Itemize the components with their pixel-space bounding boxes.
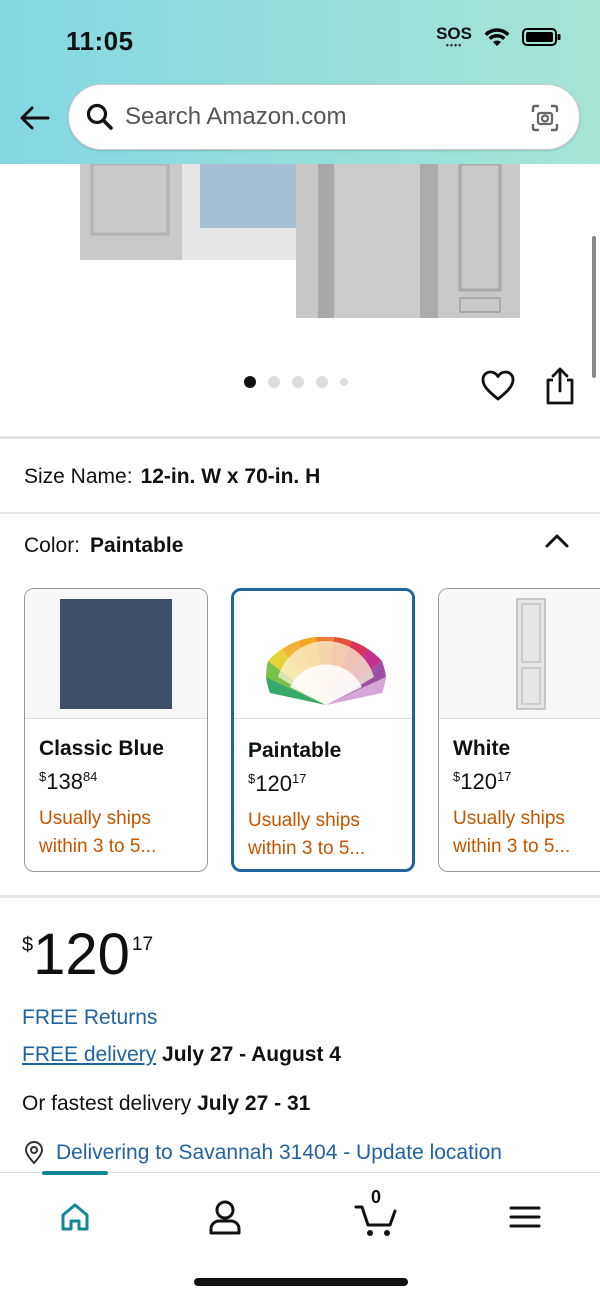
option-shipping: Usually ships within 3 to 5... <box>453 808 571 857</box>
page-scrollbar[interactable] <box>592 236 596 378</box>
fastest-delivery: Or fastest delivery July 27 - 31 <box>22 1092 310 1116</box>
color-value: Paintable <box>90 534 184 557</box>
delivery-dates: July 27 - August 4 <box>162 1043 341 1066</box>
back-arrow-icon[interactable] <box>16 100 52 136</box>
divider <box>0 895 600 898</box>
color-label: Color: <box>24 534 81 557</box>
cart-count: 0 <box>370 1187 381 1207</box>
header-bar: 11:05 SOS •••• <box>0 0 600 164</box>
cart-tab[interactable]: 0 <box>352 1187 400 1241</box>
option-price-fraction: 84 <box>82 769 98 784</box>
divider <box>0 512 600 514</box>
option-name: Classic Blue <box>39 737 164 760</box>
price-fraction: 17 <box>131 934 154 955</box>
menu-icon[interactable] <box>501 1193 549 1241</box>
search-icon <box>86 103 113 130</box>
account-icon[interactable] <box>201 1193 249 1241</box>
white-shutter-image <box>516 598 546 710</box>
gallery-dot[interactable] <box>340 378 348 386</box>
heart-icon[interactable] <box>480 368 516 404</box>
option-price: $12017 <box>248 771 306 797</box>
swatch-image <box>234 591 412 719</box>
option-shipping: Usually ships within 3 to 5... <box>39 808 157 857</box>
location-text: Delivering to Savannah 31404 - Update lo… <box>56 1141 502 1164</box>
share-icon[interactable] <box>542 366 578 406</box>
location-pin-icon <box>24 1141 44 1165</box>
classic-blue-swatch <box>60 599 172 709</box>
gallery-dot[interactable] <box>268 376 280 388</box>
home-indicator <box>194 1278 408 1286</box>
search-input[interactable] <box>125 103 505 131</box>
sos-indicator: SOS •••• <box>436 25 472 50</box>
option-shipping: Usually ships within 3 to 5... <box>248 810 366 859</box>
camera-search-icon[interactable] <box>529 102 561 134</box>
fastest-label: Or fastest delivery <box>22 1092 192 1115</box>
option-price-fraction: 17 <box>496 769 512 784</box>
gallery-dot[interactable] <box>292 376 304 388</box>
divider <box>0 436 600 439</box>
fastest-dates: July 27 - 31 <box>197 1092 311 1115</box>
home-icon[interactable] <box>51 1193 99 1241</box>
delivery-location-link[interactable]: Delivering to Savannah 31404 - Update lo… <box>22 1141 502 1165</box>
color-option-classic-blue[interactable]: Classic Blue $13884 Usually ships within… <box>24 588 208 872</box>
product-price: $ 120 17 <box>22 926 153 984</box>
gallery-dot[interactable] <box>316 376 328 388</box>
free-delivery-link[interactable]: FREE delivery <box>22 1043 156 1066</box>
option-price-whole: 120 <box>460 769 497 794</box>
size-selector[interactable]: Size Name: 12-in. W x 70-in. H <box>24 465 320 489</box>
option-price-whole: 138 <box>46 769 83 794</box>
option-name: White <box>453 737 511 760</box>
chevron-up-icon[interactable] <box>542 528 572 554</box>
status-time: 11:05 <box>66 26 134 56</box>
option-name: Paintable <box>248 739 342 762</box>
option-price-fraction: 17 <box>291 771 307 786</box>
size-value: 12-in. W x 70-in. H <box>140 465 321 488</box>
option-price: $12017 <box>453 769 511 795</box>
status-icons: SOS •••• <box>436 25 562 50</box>
active-tab-indicator <box>42 1171 108 1175</box>
price-currency: $ <box>22 934 34 956</box>
wifi-icon <box>484 28 510 46</box>
price-whole: 120 <box>33 922 130 987</box>
delivery-info: FREE delivery July 27 - August 4 <box>22 1043 341 1067</box>
color-option-white[interactable]: White $12017 Usually ships within 3 to 5… <box>438 588 600 872</box>
free-returns-link[interactable]: FREE Returns <box>22 1006 157 1030</box>
size-label: Size Name: <box>24 465 133 488</box>
swatch-image <box>439 589 600 719</box>
gallery-pagination[interactable] <box>244 376 348 388</box>
color-selector-header[interactable]: Color: Paintable <box>24 534 183 558</box>
color-option-paintable[interactable]: Paintable $12017 Usually ships within 3 … <box>231 588 415 872</box>
search-bar[interactable] <box>68 84 580 150</box>
swatch-image <box>25 589 207 719</box>
paint-fan-deck-image <box>266 637 386 705</box>
gallery-dot[interactable] <box>244 376 256 388</box>
option-price-whole: 120 <box>255 771 292 796</box>
battery-icon <box>522 28 561 46</box>
option-price: $13884 <box>39 769 97 795</box>
